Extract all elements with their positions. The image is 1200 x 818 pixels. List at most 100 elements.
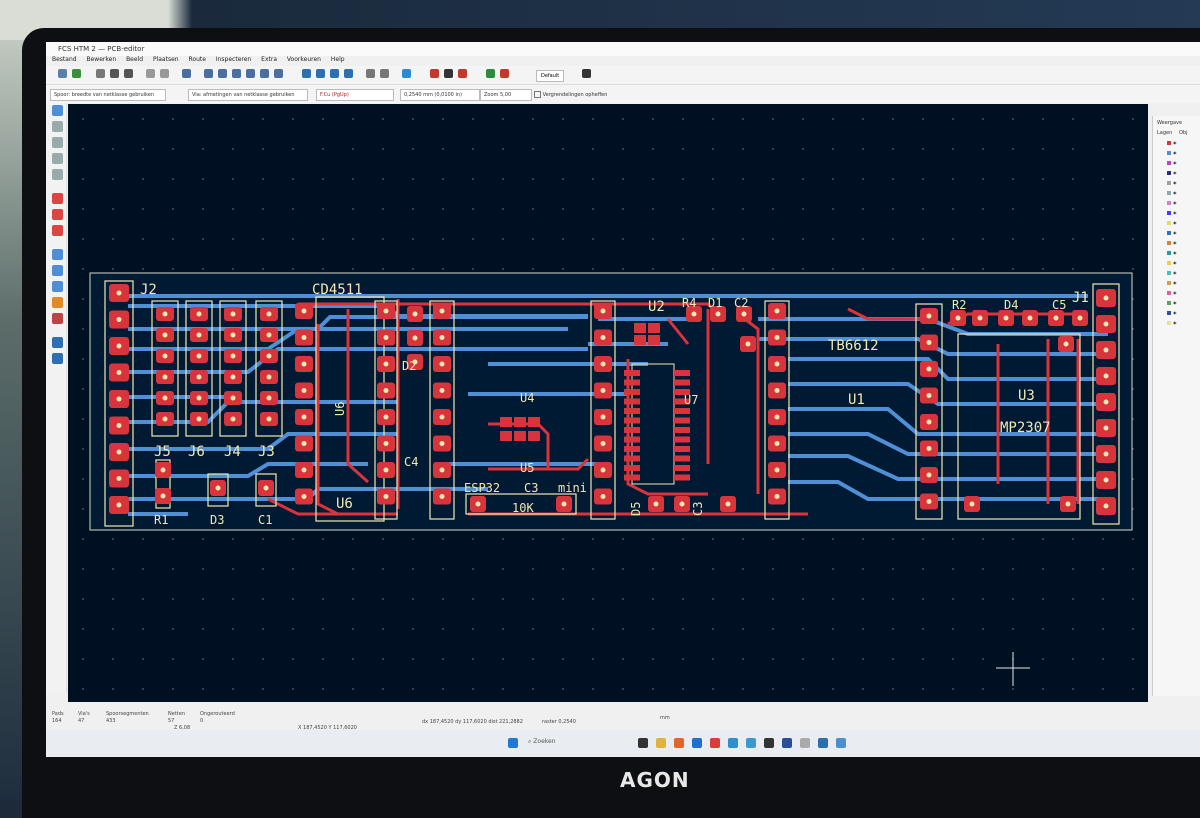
visibility-icon[interactable]: ◉ (1173, 150, 1177, 155)
visibility-icon[interactable]: ◉ (1173, 170, 1177, 175)
grid-toggle-icon[interactable] (52, 121, 63, 132)
curved-ratsnest-icon[interactable] (52, 209, 63, 220)
rotate-cw-icon[interactable] (316, 69, 325, 78)
layer-row[interactable]: ◉ (1167, 250, 1197, 256)
refresh-icon[interactable] (204, 69, 213, 78)
footprint-browser-icon[interactable] (444, 69, 453, 78)
update-pcb-icon[interactable] (458, 69, 467, 78)
cursor-icon[interactable] (52, 169, 63, 180)
visibility-icon[interactable]: ◉ (1173, 190, 1177, 195)
print-icon[interactable] (110, 69, 119, 78)
app-icon-4[interactable] (764, 738, 774, 748)
appearance-tab[interactable]: Weergave (1157, 120, 1182, 126)
visibility-icon[interactable]: ◉ (1173, 140, 1177, 145)
zoom-in-icon[interactable] (218, 69, 227, 78)
drc-icon[interactable] (500, 69, 509, 78)
select-tool-icon[interactable] (52, 105, 63, 116)
layer-row[interactable]: ◉ (1167, 160, 1197, 166)
visibility-icon[interactable]: ◉ (1173, 270, 1177, 275)
rotate-ccw-icon[interactable] (302, 69, 311, 78)
zoom-selection-icon[interactable] (274, 69, 283, 78)
kicad-icon[interactable] (782, 738, 792, 748)
redo-icon[interactable] (160, 69, 169, 78)
flip-icon[interactable] (330, 69, 339, 78)
visibility-icon[interactable]: ◉ (1173, 280, 1177, 285)
pad-display-icon[interactable] (52, 249, 63, 260)
layer-row[interactable]: ◉ (1167, 210, 1197, 216)
app-icon-3[interactable] (746, 738, 756, 748)
menu-extra[interactable]: Extra (259, 56, 279, 63)
layer-row[interactable]: ◉ (1167, 220, 1197, 226)
undo-icon[interactable] (146, 69, 155, 78)
layer-row[interactable]: ◉ (1167, 190, 1197, 196)
menu-help[interactable]: Help (329, 56, 347, 63)
zone-fill-icon[interactable] (52, 225, 63, 236)
visibility-icon[interactable]: ◉ (1173, 230, 1177, 235)
edge-icon[interactable] (692, 738, 702, 748)
menu-plaatsen[interactable]: Plaatsen (151, 56, 181, 63)
layer-row[interactable]: ◉ (1167, 200, 1197, 206)
app-icon-6[interactable] (818, 738, 828, 748)
layers-manager-icon[interactable] (52, 337, 63, 348)
task-view-icon[interactable] (638, 738, 648, 748)
menu-inspecteren[interactable]: Inspecteren (214, 56, 253, 63)
track-width-select[interactable]: Spoor: breedte van netklasse gebruiken (50, 89, 166, 101)
visibility-icon[interactable]: ◉ (1173, 290, 1177, 295)
units-icon[interactable] (52, 153, 63, 164)
page-settings-icon[interactable] (96, 69, 105, 78)
lock-icon[interactable] (366, 69, 375, 78)
layer-row[interactable]: ◉ (1167, 300, 1197, 306)
visibility-icon[interactable]: ◉ (1173, 250, 1177, 255)
layer-row[interactable]: ◉ (1167, 140, 1197, 146)
zoom-fit-icon[interactable] (246, 69, 255, 78)
visibility-icon[interactable]: ◉ (1173, 220, 1177, 225)
via-size-select[interactable]: Via: afmetingen van netklasse gebruiken (188, 89, 308, 101)
grid-select[interactable]: 0,2540 mm (0,0100 in) (400, 89, 480, 101)
visibility-icon[interactable]: ◉ (1173, 310, 1177, 315)
layer-row[interactable]: ◉ (1167, 180, 1197, 186)
visibility-icon[interactable]: ◉ (1173, 260, 1177, 265)
menu-bestand[interactable]: Bestand (50, 56, 79, 63)
visibility-icon[interactable]: ◉ (1173, 300, 1177, 305)
layer-row[interactable]: ◉ (1167, 270, 1197, 276)
netlist-icon[interactable] (402, 69, 411, 78)
layer-row[interactable]: ◉ (1167, 230, 1197, 236)
layer-row[interactable]: ◉ (1167, 240, 1197, 246)
unlock-icon[interactable] (380, 69, 389, 78)
footprint-editor-icon[interactable] (430, 69, 439, 78)
plot-icon[interactable] (124, 69, 133, 78)
via-display-icon[interactable] (52, 265, 63, 276)
override-locks-checkbox[interactable]: Vergrendelingen opheffen (534, 91, 607, 98)
pcb-canvas[interactable]: CD4511 J2 U2 R4 D1 C2 R2 D4 C5 J1 D2 TB6… (68, 104, 1148, 702)
explorer-icon[interactable] (656, 738, 666, 748)
properties-icon[interactable] (52, 353, 63, 364)
polar-coords-icon[interactable] (52, 137, 63, 148)
find-icon[interactable] (182, 69, 191, 78)
layer-row[interactable]: ◉ (1167, 170, 1197, 176)
console-icon[interactable] (582, 69, 591, 78)
app-icon-2[interactable] (728, 738, 738, 748)
visibility-icon[interactable]: ◉ (1173, 200, 1177, 205)
visibility-icon[interactable]: ◉ (1173, 240, 1177, 245)
taskbar-search[interactable]: ⌕ Zoeken (528, 738, 556, 746)
layer-row[interactable]: ◉ (1167, 320, 1197, 326)
firefox-icon[interactable] (674, 738, 684, 748)
menu-bewerken[interactable]: Bewerken (85, 56, 119, 63)
menu-route[interactable]: Route (187, 56, 208, 63)
scripting-icon[interactable] (486, 69, 495, 78)
start-icon[interactable] (508, 738, 518, 748)
save-icon[interactable] (58, 69, 67, 78)
zoom-out-icon[interactable] (232, 69, 241, 78)
layer-row[interactable]: ◉ (1167, 150, 1197, 156)
board-setup-icon[interactable] (72, 69, 81, 78)
visibility-icon[interactable]: ◉ (1173, 210, 1177, 215)
menu-voorkeuren[interactable]: Voorkeuren (285, 56, 323, 63)
visibility-icon[interactable]: ◉ (1173, 160, 1177, 165)
app-icon-1[interactable] (710, 738, 720, 748)
zoom-objects-icon[interactable] (260, 69, 269, 78)
track-display-icon[interactable] (52, 281, 63, 292)
layer-row[interactable]: ◉ (1167, 280, 1197, 286)
app-icon-5[interactable] (800, 738, 810, 748)
visibility-icon[interactable]: ◉ (1173, 180, 1177, 185)
layer-row[interactable]: ◉ (1167, 260, 1197, 266)
